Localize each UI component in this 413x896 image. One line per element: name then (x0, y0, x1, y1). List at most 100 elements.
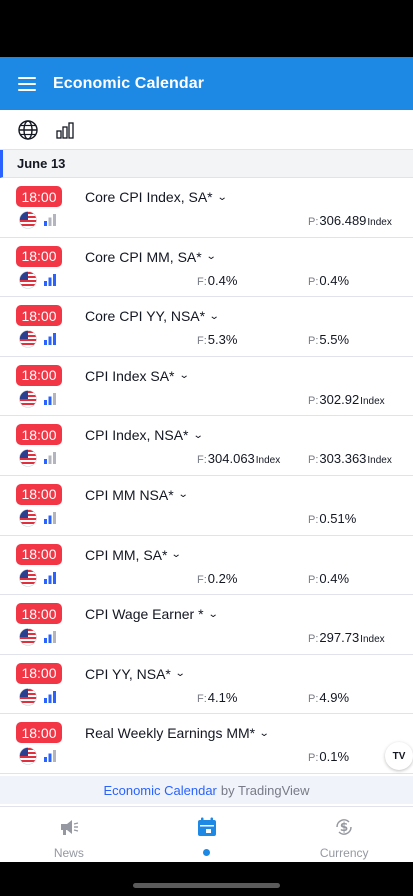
event-title-text: CPI MM, SA* (85, 546, 168, 563)
event-title[interactable]: Real Weekly Earnings MM* ⌄ (85, 725, 270, 742)
previous-unit: Index (360, 634, 385, 646)
event-title-text: CPI Wage Earner * (85, 606, 204, 623)
importance-bars-icon (44, 511, 56, 524)
previous-value: P:4.9% (308, 690, 349, 705)
chevron-down-icon: ⌄ (171, 549, 183, 561)
chevron-down-icon: ⌄ (192, 429, 204, 441)
event-title-text: CPI YY, NSA* (85, 665, 171, 682)
event-list: 18:00 Core CPI Index, SA* ⌄ P:306.489Index… (0, 178, 413, 774)
home-indicator-area (0, 862, 413, 896)
event-time-badge: 18:00 (16, 364, 62, 386)
economic-calendar-link[interactable]: Economic Calendar (103, 783, 216, 798)
event-time-badge: 18:00 (16, 603, 62, 625)
chevron-down-icon: ⌄ (205, 251, 217, 263)
chevron-down-icon: ⌄ (207, 608, 219, 620)
tradingview-logo-button[interactable]: TV (385, 742, 413, 770)
previous-value: P:302.92Index (308, 392, 385, 407)
event-row[interactable]: 18:00 CPI YY, NSA* ⌄ F:4.1% P:4.9% (0, 655, 413, 715)
tab-currency[interactable]: $ Currency (275, 807, 413, 862)
importance-filter-icon[interactable] (54, 119, 76, 141)
event-title[interactable]: CPI Index, NSA* ⌄ (85, 427, 204, 444)
previous-value: P:297.73Index (308, 630, 385, 645)
currency-icon: $ (336, 819, 352, 835)
previous-number: 0.1% (319, 749, 350, 765)
event-title[interactable]: Core CPI YY, NSA* ⌄ (85, 308, 220, 325)
importance-bars-icon (44, 750, 56, 763)
importance-bars-icon (44, 690, 56, 703)
event-time-badge: 18:00 (16, 722, 62, 744)
us-flag-icon (19, 509, 37, 527)
forecast-number: 0.2% (207, 570, 238, 586)
importance-bars-icon (44, 273, 56, 286)
previous-value: P:0.4% (308, 571, 349, 586)
previous-number: 0.51% (319, 510, 357, 526)
forecast-label: F: (197, 692, 207, 705)
previous-number: 0.4% (319, 570, 350, 586)
forecast-value: F:5.3% (197, 332, 237, 347)
event-title-text: CPI Index, NSA* (85, 427, 189, 444)
forecast-label: F: (197, 335, 207, 348)
previous-label: P: (308, 335, 319, 348)
forecast-label: F: (197, 573, 207, 586)
event-row[interactable]: 18:00 Real Weekly Earnings MM* ⌄ P:0.1% (0, 714, 413, 774)
previous-label: P: (308, 573, 319, 586)
svg-text:$: $ (340, 820, 348, 834)
us-flag-icon (19, 330, 37, 348)
us-flag-icon (19, 270, 37, 289)
chevron-down-icon: ⌄ (177, 489, 189, 501)
event-row[interactable]: 18:00 CPI MM, SA* ⌄ F:0.2% P:0.4% (0, 536, 413, 596)
us-flag-icon (19, 568, 37, 587)
calendar-icon (197, 817, 216, 836)
previous-value: P:0.1% (308, 749, 349, 764)
event-row[interactable]: 18:00 CPI Index, NSA* ⌄ F:304.063Index P:30… (0, 416, 413, 476)
forecast-number: 4.1% (207, 689, 238, 705)
megaphone-icon (60, 820, 78, 835)
forecast-unit: Index (255, 455, 281, 467)
event-row[interactable]: 18:00 Core CPI YY, NSA* ⌄ F:5.3% P:5.5% (0, 297, 413, 357)
globe-icon[interactable] (17, 119, 39, 141)
us-flag-icon (19, 211, 37, 229)
previous-unit: Index (367, 455, 392, 467)
event-title-text: Real Weekly Earnings MM* (85, 725, 256, 742)
event-row[interactable]: 18:00 CPI Index SA* ⌄ P:302.92Index (0, 357, 413, 417)
previous-label: P: (308, 513, 319, 526)
bottom-tab-bar: News $ Currency (0, 806, 413, 862)
event-title[interactable]: CPI MM, SA* ⌄ (85, 546, 183, 563)
forecast-label: F: (197, 275, 207, 288)
tab-calendar[interactable] (138, 807, 276, 862)
event-title-text: CPI MM NSA* (85, 486, 174, 503)
event-row[interactable]: 18:00 CPI Wage Earner * ⌄ P:297.73Index (0, 595, 413, 655)
event-title[interactable]: CPI YY, NSA* ⌄ (85, 665, 186, 682)
us-flag-icon (19, 687, 37, 706)
tab-news[interactable]: News (0, 807, 138, 862)
previous-number: 4.9% (319, 689, 350, 705)
chevron-down-icon: ⌄ (216, 191, 228, 203)
event-time-badge: 18:00 (16, 305, 62, 327)
previous-label: P: (308, 633, 319, 646)
event-row[interactable]: 18:00 CPI MM NSA* ⌄ P:0.51% (0, 476, 413, 536)
previous-number: 5.5% (319, 332, 350, 348)
us-flag-icon (19, 449, 37, 468)
previous-unit: Index (367, 217, 392, 228)
event-title[interactable]: Core CPI Index, SA* ⌄ (85, 189, 228, 205)
previous-value: P:0.4% (308, 273, 349, 288)
menu-icon[interactable] (18, 76, 36, 91)
event-title[interactable]: CPI MM NSA* ⌄ (85, 486, 189, 503)
previous-label: P: (308, 216, 319, 228)
importance-bars-icon (44, 333, 56, 346)
previous-number: 302.92 (319, 391, 360, 407)
us-flag-icon (19, 747, 37, 766)
event-title[interactable]: Core CPI MM, SA* ⌄ (85, 249, 217, 265)
event-row[interactable]: 18:00 Core CPI MM, SA* ⌄ F:0.4% P:0.4% (0, 238, 413, 298)
event-row[interactable]: 18:00 Core CPI Index, SA* ⌄ P:306.489Index (0, 178, 413, 238)
date-header: June 13 (0, 150, 413, 178)
event-title-text: Core CPI YY, NSA* (85, 308, 206, 325)
forecast-number: 304.063 (207, 451, 255, 467)
chevron-down-icon: ⌄ (208, 310, 220, 322)
forecast-value: F:0.4% (197, 273, 237, 288)
previous-number: 297.73 (319, 630, 360, 646)
home-indicator[interactable] (133, 883, 280, 888)
event-title[interactable]: CPI Index SA* ⌄ (85, 368, 189, 384)
event-title[interactable]: CPI Wage Earner * ⌄ (85, 606, 219, 623)
importance-bars-icon (44, 452, 56, 465)
